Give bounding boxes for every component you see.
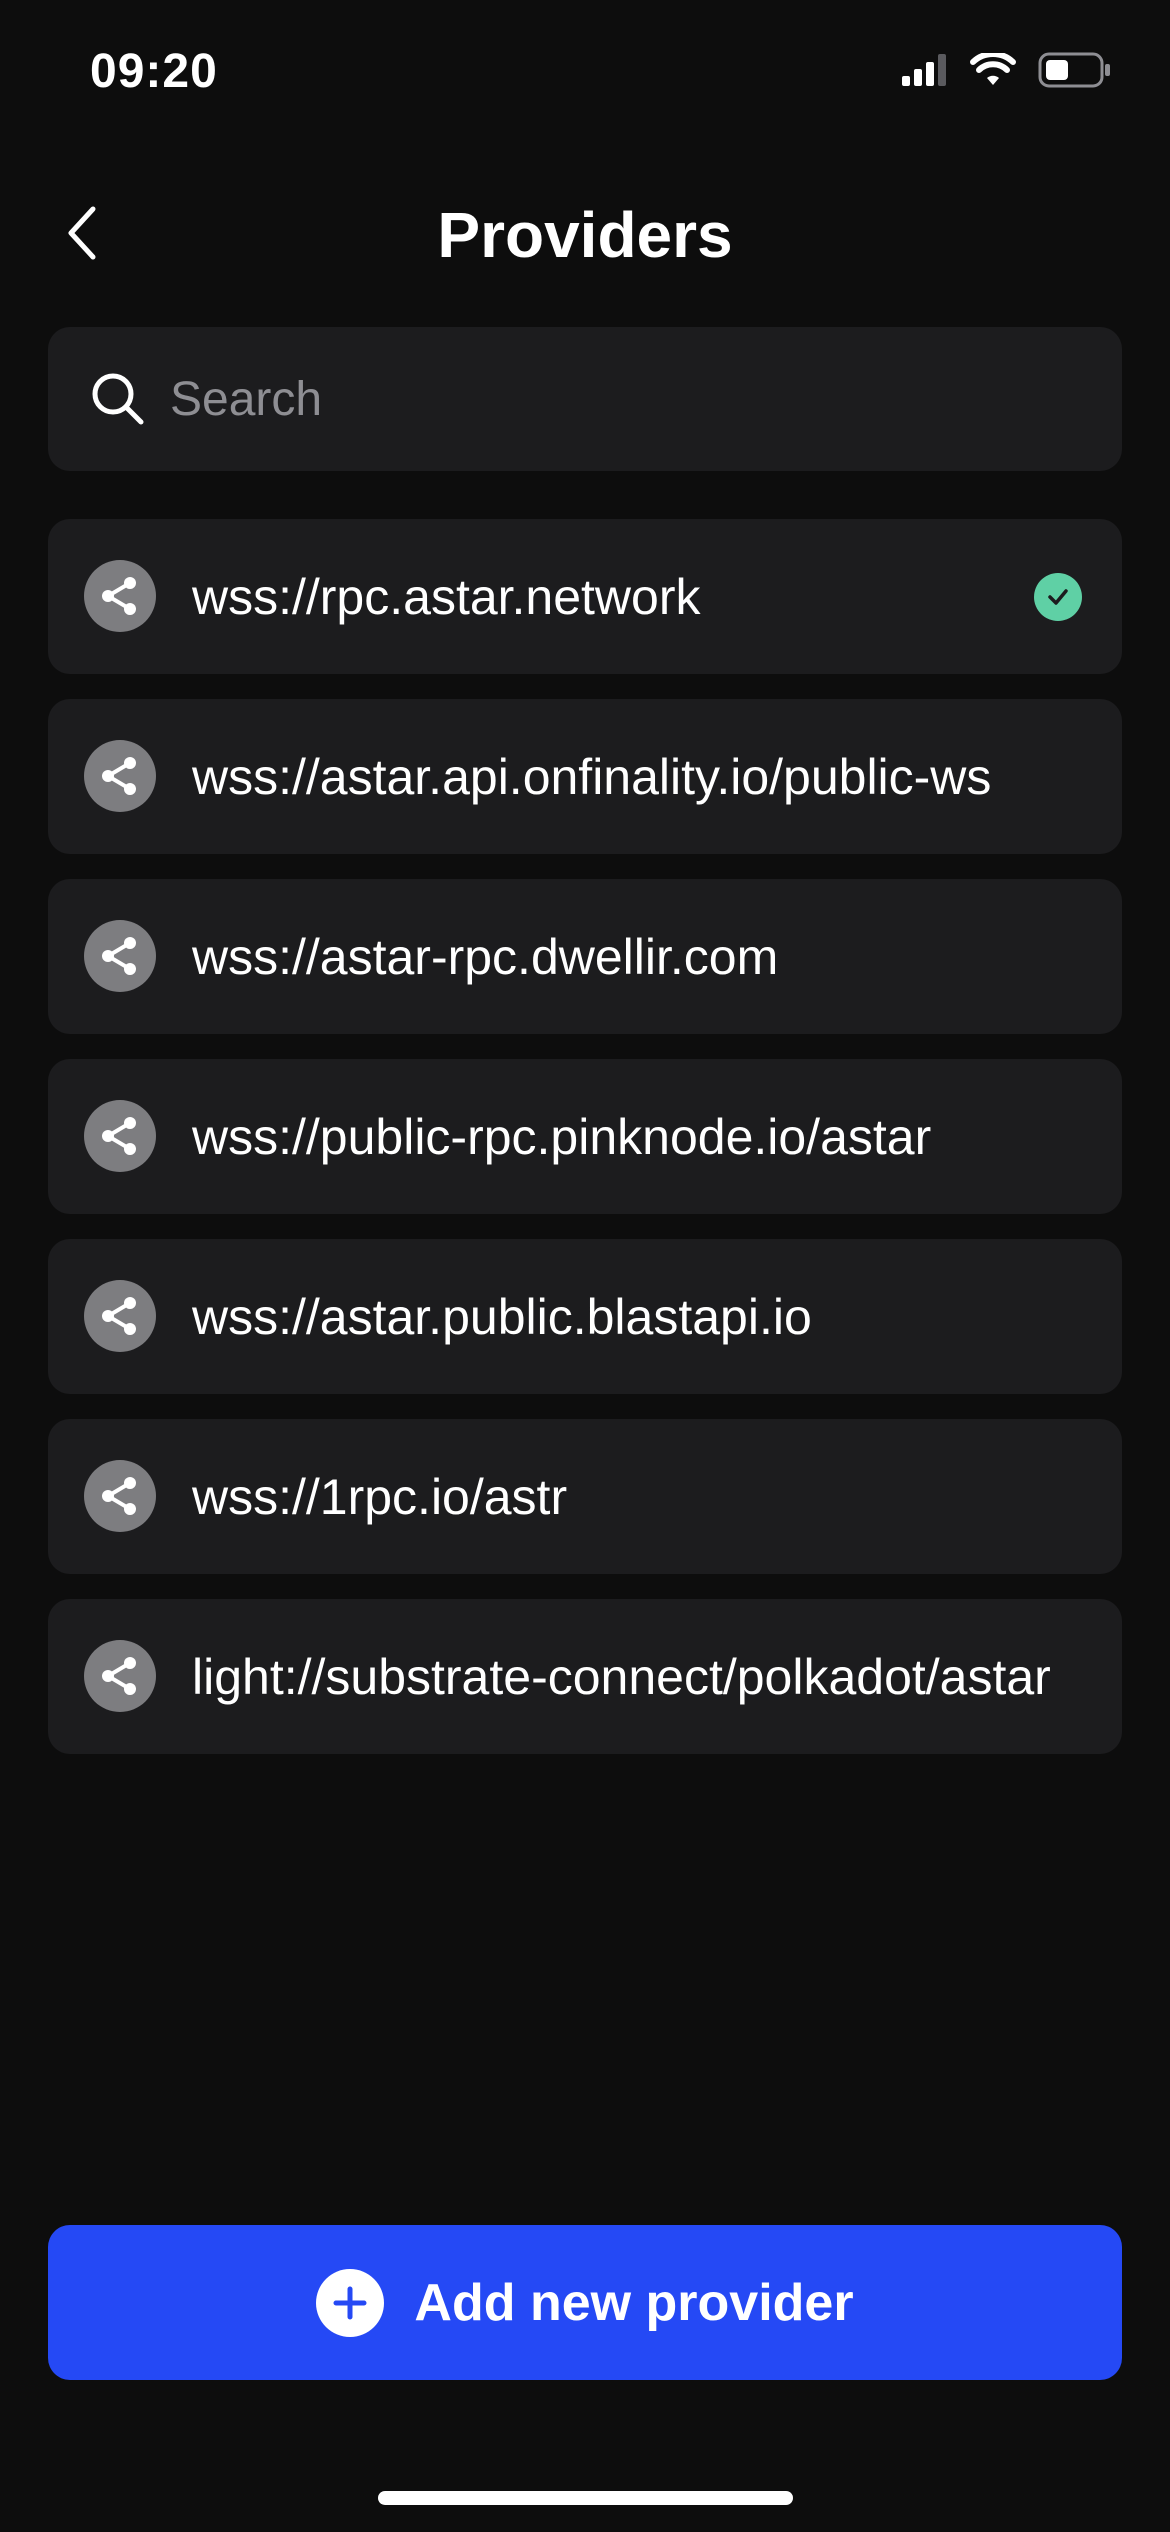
share-node-icon <box>84 1640 156 1712</box>
add-provider-label: Add new provider <box>414 2273 854 2332</box>
provider-url: wss://astar.public.blastapi.io <box>192 1288 812 1345</box>
search-icon <box>88 369 148 429</box>
battery-icon <box>1038 52 1112 93</box>
search-bar[interactable] <box>48 326 1122 472</box>
provider-item[interactable]: wss://astar.api.onfinality.io/public-ws <box>48 699 1122 854</box>
provider-item[interactable]: wss://1rpc.io/astr <box>48 1419 1122 1574</box>
share-node-icon <box>84 560 156 632</box>
share-node-icon <box>84 1460 156 1532</box>
provider-url: wss://1rpc.io/astr <box>192 1468 568 1525</box>
home-indicator[interactable] <box>378 2491 793 2505</box>
provider-url: light://substrate-connect/polkadot/astar <box>192 1648 1051 1705</box>
provider-url: wss://astar-rpc.dwellir.com <box>192 928 779 985</box>
search-input[interactable] <box>168 326 1122 472</box>
share-node-icon <box>84 1100 156 1172</box>
share-node-icon <box>84 1280 156 1352</box>
share-node-icon <box>84 920 156 992</box>
status-icons <box>902 51 1112 93</box>
provider-item[interactable]: wss://astar-rpc.dwellir.com <box>48 879 1122 1034</box>
plus-circle-icon <box>316 2268 385 2337</box>
status-time: 09:20 <box>90 45 218 98</box>
checkmark-icon <box>1034 573 1082 621</box>
provider-url: wss://public-rpc.pinknode.io/astar <box>192 1108 932 1165</box>
header: Providers <box>0 180 1170 290</box>
provider-item[interactable]: light://substrate-connect/polkadot/astar <box>48 1599 1122 1754</box>
provider-url: wss://astar.api.onfinality.io/public-ws <box>192 748 992 805</box>
wifi-icon <box>970 51 1016 92</box>
provider-item[interactable]: wss://public-rpc.pinknode.io/astar <box>48 1059 1122 1214</box>
provider-item[interactable]: wss://rpc.astar.network <box>48 519 1122 674</box>
status-bar: 09:20 <box>0 0 1170 150</box>
provider-item[interactable]: wss://astar.public.blastapi.io <box>48 1239 1122 1394</box>
provider-list: wss://rpc.astar.network wss://astar.api.… <box>48 519 1122 1779</box>
share-node-icon <box>84 740 156 812</box>
add-provider-button[interactable]: Add new provider <box>48 2225 1122 2380</box>
provider-url: wss://rpc.astar.network <box>192 568 701 625</box>
cellular-signal-icon <box>902 54 948 91</box>
page-title: Providers <box>437 199 733 271</box>
